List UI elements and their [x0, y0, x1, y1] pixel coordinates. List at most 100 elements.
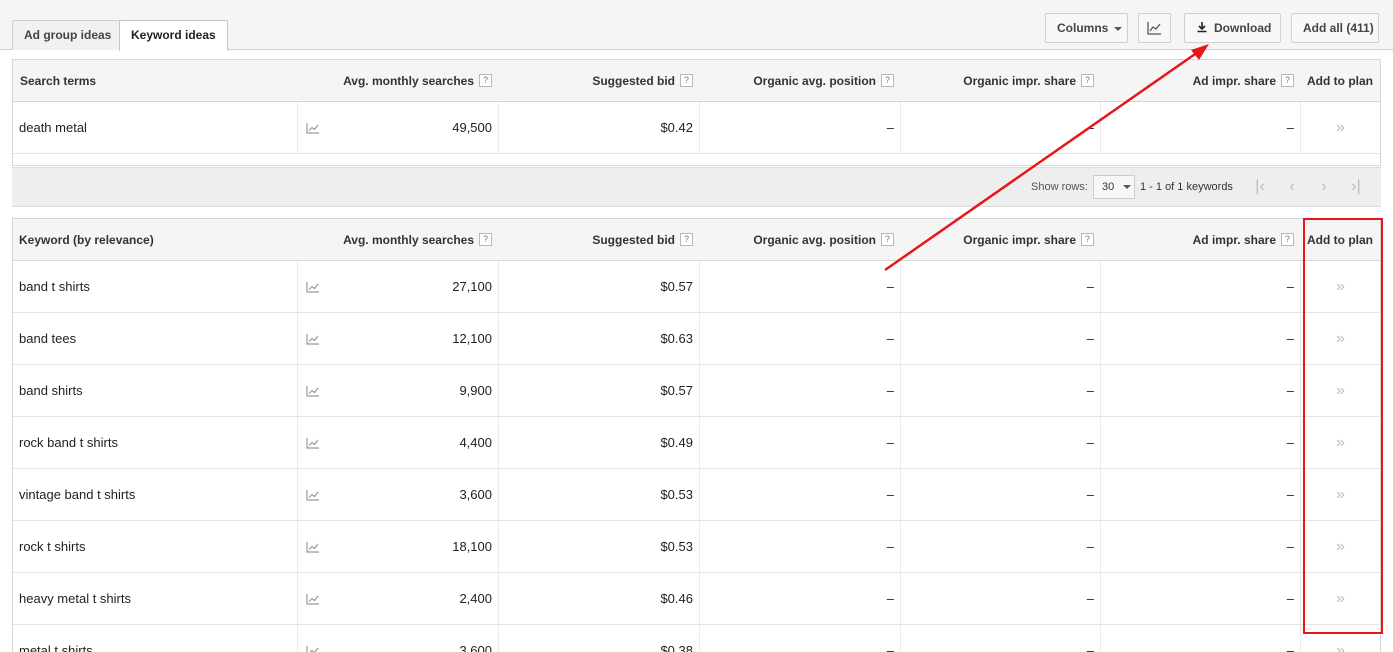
col-organic-share[interactable]: Organic impr. share?: [900, 219, 1100, 260]
col-avg-searches[interactable]: Avg. monthly searches?: [297, 219, 498, 260]
organic-position-value: –: [699, 521, 900, 572]
prev-page-icon[interactable]: ‹: [1280, 175, 1304, 199]
col-label: Organic impr. share: [963, 232, 1076, 247]
col-search-terms: Search terms: [20, 73, 97, 88]
searches-value: 3,600: [459, 643, 492, 652]
searches-value: 18,100: [452, 539, 492, 554]
trend-button[interactable]: [297, 573, 327, 624]
searches-value: 12,100: [452, 331, 492, 346]
keyword-text: band tees: [19, 331, 77, 346]
trend-button[interactable]: [297, 313, 327, 364]
double-chevron-right-icon[interactable]: »: [1300, 365, 1380, 416]
bid-value: $0.38: [498, 625, 699, 652]
trend-button[interactable]: [297, 469, 327, 520]
next-page-icon[interactable]: ›: [1312, 175, 1336, 199]
searches-value: 2,400: [459, 591, 492, 606]
help-icon[interactable]: ?: [881, 233, 894, 246]
double-chevron-right-icon[interactable]: »: [1300, 313, 1380, 364]
organic-share-value: –: [900, 521, 1100, 572]
page-range-label: 1 - 1 of 1 keywords: [1140, 181, 1233, 193]
add-all-button[interactable]: Add all (411): [1291, 13, 1379, 43]
double-chevron-right-icon[interactable]: »: [1300, 417, 1380, 468]
table-row: band shirts 9,900 $0.57– – –»: [13, 365, 1380, 417]
table-row: rock band t shirts 4,400 $0.49– – –»: [13, 417, 1380, 469]
col-organic-share[interactable]: Organic impr. share?: [900, 60, 1100, 101]
line-chart-icon: [305, 489, 319, 501]
double-chevron-right-icon[interactable]: »: [1300, 625, 1380, 652]
tab-keyword-ideas[interactable]: Keyword ideas: [119, 20, 228, 51]
table-row: heavy metal t shirts 2,400 $0.46– – –»: [13, 573, 1380, 625]
bid-value: $0.53: [498, 521, 699, 572]
help-icon[interactable]: ?: [680, 233, 693, 246]
col-label: Organic avg. position: [753, 73, 876, 88]
table-row: death metal 49,500 $0.42 – – – »: [13, 102, 1380, 154]
col-organic-position[interactable]: Organic avg. position?: [699, 219, 900, 260]
last-page-icon[interactable]: ›|: [1344, 175, 1368, 199]
col-add-to-plan: Add to plan: [1307, 73, 1373, 88]
double-chevron-right-icon[interactable]: »: [1300, 521, 1380, 572]
organic-share-value: –: [900, 417, 1100, 468]
trend-button[interactable]: [297, 521, 327, 572]
organic-share-value: –: [900, 313, 1100, 364]
double-chevron-right-icon[interactable]: »: [1300, 261, 1380, 312]
organic-position-value: –: [699, 365, 900, 416]
ad-share-value: –: [1100, 365, 1300, 416]
table-row: metal t shirts 3,600 $0.38– – –»: [13, 625, 1380, 652]
trend-button[interactable]: [297, 261, 327, 312]
organic-share-value: –: [900, 573, 1100, 624]
trend-button[interactable]: [297, 625, 327, 652]
bid-value: $0.57: [498, 365, 699, 416]
first-page-icon[interactable]: |‹: [1248, 175, 1272, 199]
keyword-text: band shirts: [19, 383, 83, 398]
col-suggested-bid[interactable]: Suggested bid?: [498, 60, 699, 101]
col-add-to-plan: Add to plan: [1307, 232, 1373, 247]
keyword-header-row: Keyword (by relevance) Avg. monthly sear…: [13, 219, 1380, 261]
help-icon[interactable]: ?: [479, 74, 492, 87]
col-label: Avg. monthly searches: [343, 232, 474, 247]
help-icon[interactable]: ?: [1081, 233, 1094, 246]
searches-value: 3,600: [459, 487, 492, 502]
double-chevron-right-icon[interactable]: »: [1300, 102, 1380, 153]
chart-toggle-button[interactable]: [1138, 13, 1171, 43]
show-rows-select[interactable]: 30: [1093, 175, 1135, 199]
help-icon[interactable]: ?: [479, 233, 492, 246]
ad-share-value: –: [1100, 313, 1300, 364]
columns-button-label: Columns: [1057, 21, 1109, 35]
col-organic-position[interactable]: Organic avg. position?: [699, 60, 900, 101]
help-icon[interactable]: ?: [1281, 233, 1294, 246]
col-keyword[interactable]: Keyword (by relevance): [19, 219, 299, 260]
col-avg-searches[interactable]: Avg. monthly searches?: [297, 60, 498, 101]
bid-value: $0.57: [498, 261, 699, 312]
keyword-text: metal t shirts: [19, 643, 93, 652]
organic-position-value: –: [699, 261, 900, 312]
col-ad-share[interactable]: Ad impr. share?: [1100, 60, 1300, 101]
trend-button[interactable]: [297, 102, 327, 153]
bid-value: $0.53: [498, 469, 699, 520]
bid-value: $0.42: [498, 102, 699, 153]
col-suggested-bid[interactable]: Suggested bid?: [498, 219, 699, 260]
trend-button[interactable]: [297, 365, 327, 416]
table-row: rock t shirts 18,100 $0.53– – –»: [13, 521, 1380, 573]
double-chevron-right-icon[interactable]: »: [1300, 469, 1380, 520]
organic-position-value: –: [699, 573, 900, 624]
ad-share-value: –: [1100, 469, 1300, 520]
keyword-text: rock band t shirts: [19, 435, 118, 450]
col-label: Ad impr. share: [1192, 73, 1276, 88]
help-icon[interactable]: ?: [680, 74, 693, 87]
ad-share-value: –: [1100, 261, 1300, 312]
double-chevron-right-icon[interactable]: »: [1300, 573, 1380, 624]
organic-share-value: –: [900, 469, 1100, 520]
download-button[interactable]: Download: [1184, 13, 1281, 43]
trend-button[interactable]: [297, 417, 327, 468]
keyword-text: vintage band t shirts: [19, 487, 136, 502]
show-rows-label: Show rows:: [1031, 181, 1088, 193]
columns-button[interactable]: Columns: [1045, 13, 1128, 43]
tab-ad-group-ideas[interactable]: Ad group ideas: [12, 20, 124, 50]
col-ad-share[interactable]: Ad impr. share?: [1100, 219, 1300, 260]
col-label: Organic impr. share: [963, 73, 1076, 88]
help-icon[interactable]: ?: [1081, 74, 1094, 87]
line-chart-icon: [305, 333, 319, 345]
help-icon[interactable]: ?: [881, 74, 894, 87]
help-icon[interactable]: ?: [1281, 74, 1294, 87]
line-chart-icon: [1147, 22, 1161, 35]
